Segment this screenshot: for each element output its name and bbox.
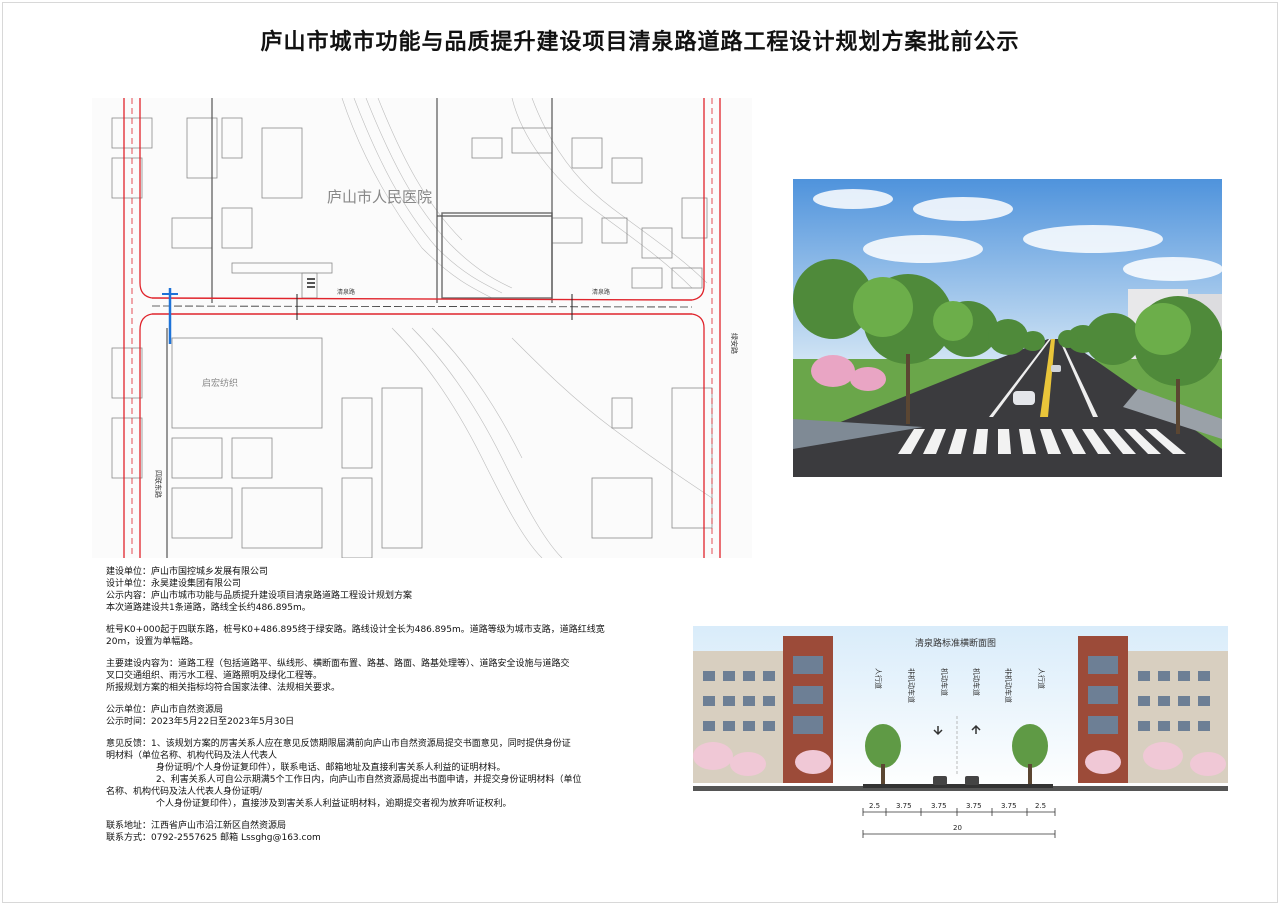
notice-builder: 建设单位：庐山市国控城乡发展有限公司 (106, 567, 269, 577)
map-label-qingquan-2: 清泉路 (592, 288, 610, 296)
section-width-6: 2.5 (1035, 802, 1046, 810)
section-lane-label-4: 机动车道 (972, 668, 981, 696)
notice-content: 公示内容：庐山市城市功能与品质提升建设项目清泉路道路工程设计规划方案 (106, 591, 413, 601)
notice-feedback-line-3: 身份证明/个人身份证复印件），联系电话、邮箱地址及直接利害关系人利益的证明材料。 (156, 763, 506, 773)
site-plan-map: 庐山市人民医院 清泉路 清泉路 启宏纺织 绿安路 四联东路 (92, 98, 752, 558)
map-label-factory: 启宏纺织 (202, 377, 238, 389)
notice-route-line-1: 桩号K0+000起于四联东路，桩号K0+486.895终于绿安路。路线设计全长为… (106, 625, 605, 635)
section-lane-label-2: 非机动车道 (907, 668, 916, 703)
notice-address: 联系地址：江西省庐山市沿江新区自然资源局 (106, 821, 287, 831)
section-width-1: 2.5 (869, 802, 880, 810)
map-label-qingquan-1: 清泉路 (337, 288, 355, 296)
cross-section-drawing: 清泉路标准横断面图 人行道 非机动车道 机动车道 机动车道 非机动车道 人行道 … (693, 626, 1228, 838)
street-rendering-drawing (793, 179, 1222, 477)
notice-period: 公示时间：2023年5月22日至2023年5月30日 (106, 717, 295, 727)
notice-main-line-1: 主要建设内容为：道路工程（包括道路平、纵线形、横断面布置、路基、路面、路基处理等… (106, 659, 570, 669)
section-width-2: 3.75 (896, 802, 912, 810)
page-title: 庐山市城市功能与品质提升建设项目清泉路道路工程设计规划方案批前公示 (260, 30, 1020, 55)
section-title: 清泉路标准横断面图 (915, 637, 996, 649)
section-lane-label-3: 机动车道 (940, 668, 949, 696)
notice-feedback-line-5: 名称、机构代码及法人代表人身份证明/ (106, 787, 263, 797)
notice-feedback-line-1: 意见反馈：1、该规划方案的厉害关系人应在意见反馈期限届满前向庐山市自然资源局提交… (106, 739, 571, 749)
notice-text-block: 建设单位：庐山市国控城乡发展有限公司 设计单位：永昊建设集团有限公司 公示内容：… (106, 566, 626, 844)
notice-summary: 本次道路建设共1条道路，路线全长约486.895m。 (106, 603, 311, 613)
section-width-5: 3.75 (1001, 802, 1017, 810)
section-lane-label-5: 非机动车道 (1004, 668, 1013, 703)
notice-route-line-2: 20m，设置为单幅路。 (106, 637, 199, 647)
notice-main-line-3: 所报规划方案的相关指标均符合国家法律、法规相关要求。 (106, 683, 341, 693)
cross-section-diagram: 清泉路标准横断面图 人行道 非机动车道 机动车道 机动车道 非机动车道 人行道 … (693, 626, 1228, 844)
notice-feedback-line-2: 明材料（单位名称、机构代码及法人代表人 (106, 751, 278, 761)
map-label-lvan-road: 绿安路 (730, 333, 739, 354)
notice-feedback-line-6: 个人身份证复印件），直接涉及到害关系人利益证明材料，逾期提交者视为放弃听证权利。 (156, 799, 512, 809)
notice-feedback-line-4: 2、利害关系人可自公示期满5个工作日内，向庐山市自然资源局提出书面申请，并提交身… (156, 775, 582, 785)
section-total-width: 20 (953, 824, 962, 832)
map-label-hospital: 庐山市人民医院 (327, 188, 432, 206)
notice-publisher: 公示单位：庐山市自然资源局 (106, 705, 224, 715)
notice-designer: 设计单位：永昊建设集团有限公司 (106, 579, 242, 589)
section-lane-label-1: 人行道 (874, 668, 883, 689)
site-plan-drawing: 庐山市人民医院 清泉路 清泉路 启宏纺织 绿安路 四联东路 (92, 98, 752, 558)
section-width-3: 3.75 (931, 802, 947, 810)
section-width-4: 3.75 (966, 802, 982, 810)
map-label-silian-road: 四联东路 (154, 470, 163, 498)
street-rendering-image (793, 179, 1222, 477)
section-lane-label-6: 人行道 (1037, 668, 1046, 689)
notice-contact: 联系方式：0792-2557625 邮箱 Lssghg@163.com (106, 833, 321, 843)
notice-main-line-2: 叉口交通组织、雨污水工程、道路照明及绿化工程等。 (106, 671, 323, 681)
